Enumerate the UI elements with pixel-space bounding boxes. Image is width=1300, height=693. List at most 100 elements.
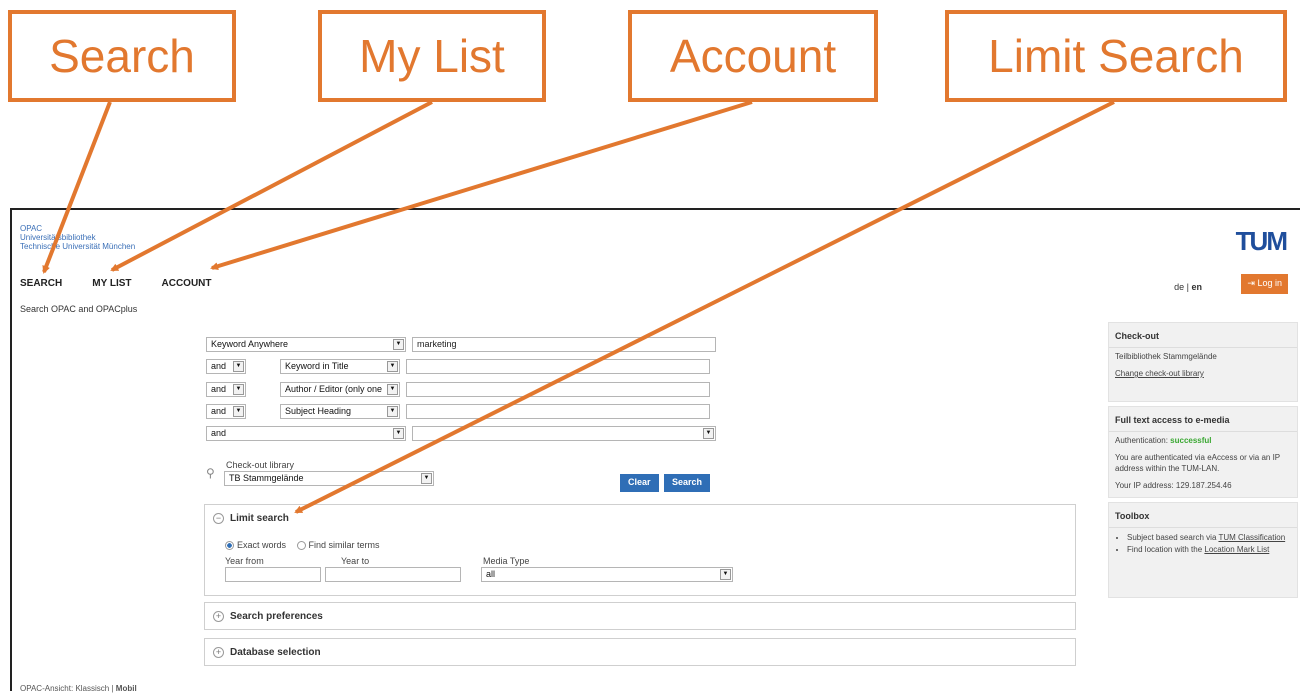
year-from-label: Year from	[225, 556, 264, 566]
callout-my-list-label: My List	[359, 30, 505, 82]
sidebar-toolbox: Toolbox Subject based search via TUM Cla…	[1108, 502, 1298, 598]
limit-search-header[interactable]: − Limit search	[213, 513, 289, 524]
sidebar-fulltext: Full text access to e-media Authenticati…	[1108, 406, 1298, 498]
sidebar-checkout: Check-out Teilbibliothek Stammgelände Ch…	[1108, 322, 1298, 402]
field-select-1[interactable]: Keyword Anywhere ▼	[206, 337, 406, 352]
footer: OPAC-Ansicht: Klassisch | Mobil	[20, 684, 137, 693]
library-select[interactable]: TB Stammgelände ▼	[224, 471, 434, 486]
search-input-4[interactable]	[406, 404, 710, 419]
nav-account[interactable]: ACCOUNT	[162, 278, 212, 289]
chevron-down-icon: ▼	[233, 361, 244, 372]
toolbox-item-location: Find location with the Location Mark Lis…	[1127, 544, 1291, 556]
database-selection-title: Database selection	[230, 647, 321, 658]
view-classic-link[interactable]: Klassisch	[75, 684, 109, 693]
nav-search[interactable]: SEARCH	[20, 278, 62, 289]
operator-select-2[interactable]: and ▼	[206, 359, 246, 374]
toolbox-list: Subject based search via TUM Classificat…	[1109, 528, 1297, 560]
chevron-down-icon: ▼	[703, 428, 714, 439]
auth-line: Authentication: successful	[1109, 432, 1297, 449]
search-row-5: and ▼ ▼	[206, 426, 716, 441]
lang-en[interactable]: en	[1191, 282, 1202, 292]
callout-account-label: Account	[669, 30, 837, 82]
database-selection-panel[interactable]: + Database selection	[204, 638, 1076, 666]
view-mobile-link[interactable]: Mobil	[116, 684, 137, 693]
callout-search: Search	[8, 10, 236, 102]
lang-separator: |	[1186, 282, 1189, 292]
similar-terms-label: Find similar terms	[308, 540, 380, 550]
year-to-label: Year to	[341, 556, 370, 566]
search-row-4: and ▼ Subject Heading ▼	[206, 404, 710, 419]
main-nav: SEARCH MY LIST ACCOUNT	[20, 278, 212, 289]
field-select-3[interactable]: Author / Editor (only one ▼	[280, 382, 400, 397]
operator-select-3-value: and	[211, 384, 227, 394]
chevron-down-icon: ▼	[233, 406, 244, 417]
value-select-5[interactable]: ▼	[412, 426, 716, 441]
fulltext-heading: Full text access to e-media	[1109, 407, 1297, 432]
lang-de[interactable]: de	[1174, 282, 1184, 292]
operator-select-4[interactable]: and ▼	[206, 404, 246, 419]
login-button[interactable]: ⇥ Log in	[1241, 274, 1288, 294]
chevron-down-icon: ▼	[387, 361, 398, 372]
year-to-input[interactable]	[325, 567, 461, 582]
media-type-label: Media Type	[483, 556, 530, 566]
page-subtitle: Search OPAC and OPACplus	[20, 304, 138, 314]
auth-text: You are authenticated via eAccess or via…	[1115, 453, 1280, 473]
toolbox-item-classification: Subject based search via TUM Classificat…	[1127, 532, 1291, 544]
tool1-text: Subject based search via	[1127, 533, 1217, 542]
search-button[interactable]: Search	[664, 474, 711, 492]
chevron-down-icon: ▼	[233, 384, 244, 395]
opac-brand[interactable]: OPAC Universitätsbibliothek Technische U…	[20, 224, 135, 251]
tum-logo[interactable]: TUM	[1236, 226, 1288, 257]
callout-limit-search-label: Limit Search	[988, 30, 1244, 82]
callout-limit-search: Limit Search	[945, 10, 1287, 102]
search-row-2: and ▼ Keyword in Title ▼	[206, 359, 710, 374]
search-preferences-header[interactable]: + Search preferences	[213, 611, 323, 622]
exact-words-label: Exact words	[237, 540, 287, 550]
radio-similar-terms[interactable]	[296, 541, 306, 551]
brand-line-1: OPAC	[20, 224, 43, 233]
year-from-input[interactable]	[225, 567, 321, 582]
field-select-2[interactable]: Keyword in Title ▼	[280, 359, 400, 374]
checkout-heading: Check-out	[1109, 323, 1297, 348]
auth-label: Authentication:	[1115, 436, 1168, 445]
ip-address: Your IP address: 129.187.254.46	[1115, 481, 1232, 490]
tum-classification-link[interactable]: TUM Classification	[1218, 533, 1285, 542]
database-selection-header[interactable]: + Database selection	[213, 647, 321, 658]
location-pin-icon: ⚲	[206, 466, 215, 480]
location-mark-list-link[interactable]: Location Mark List	[1204, 545, 1269, 554]
change-library-link[interactable]: Change check-out library	[1109, 365, 1297, 382]
change-library-link-text: Change check-out library	[1115, 369, 1204, 378]
chevron-down-icon: ▼	[720, 569, 731, 580]
clear-button[interactable]: Clear	[620, 474, 659, 492]
field-select-4[interactable]: Subject Heading ▼	[280, 404, 400, 419]
limit-search-panel: − Limit search Exact words Find similar …	[204, 504, 1076, 596]
search-input-1[interactable]: marketing	[412, 337, 716, 352]
auth-status: successful	[1170, 436, 1212, 445]
operator-select-3[interactable]: and ▼	[206, 382, 246, 397]
callout-account: Account	[628, 10, 878, 102]
search-input-2[interactable]	[406, 359, 710, 374]
login-label: Log in	[1257, 278, 1282, 288]
search-input-3[interactable]	[406, 382, 710, 397]
language-switch: de | en	[1174, 282, 1202, 292]
library-label: Check-out library	[226, 460, 295, 470]
operator-select-5[interactable]: and ▼	[206, 426, 406, 441]
match-options: Exact words Find similar terms	[225, 540, 380, 551]
library-select-value: TB Stammgelände	[229, 473, 304, 483]
expand-icon: +	[213, 647, 224, 658]
search-preferences-title: Search preferences	[230, 611, 323, 622]
chevron-down-icon: ▼	[387, 406, 398, 417]
collapse-icon: −	[213, 513, 224, 524]
limit-search-title: Limit search	[230, 513, 289, 524]
nav-my-list[interactable]: MY LIST	[92, 278, 131, 289]
radio-exact-words[interactable]	[225, 541, 234, 551]
login-icon: ⇥	[1247, 278, 1255, 288]
toolbox-heading: Toolbox	[1109, 503, 1297, 528]
search-preferences-panel[interactable]: + Search preferences	[204, 602, 1076, 630]
footer-label: OPAC-Ansicht:	[20, 684, 74, 693]
chevron-down-icon: ▼	[421, 473, 432, 484]
media-type-select[interactable]: all ▼	[481, 567, 733, 582]
operator-select-5-value: and	[211, 428, 227, 438]
opac-screenshot: OPAC Universitätsbibliothek Technische U…	[10, 208, 1300, 693]
brand-line-2: Universitätsbibliothek	[20, 233, 96, 242]
